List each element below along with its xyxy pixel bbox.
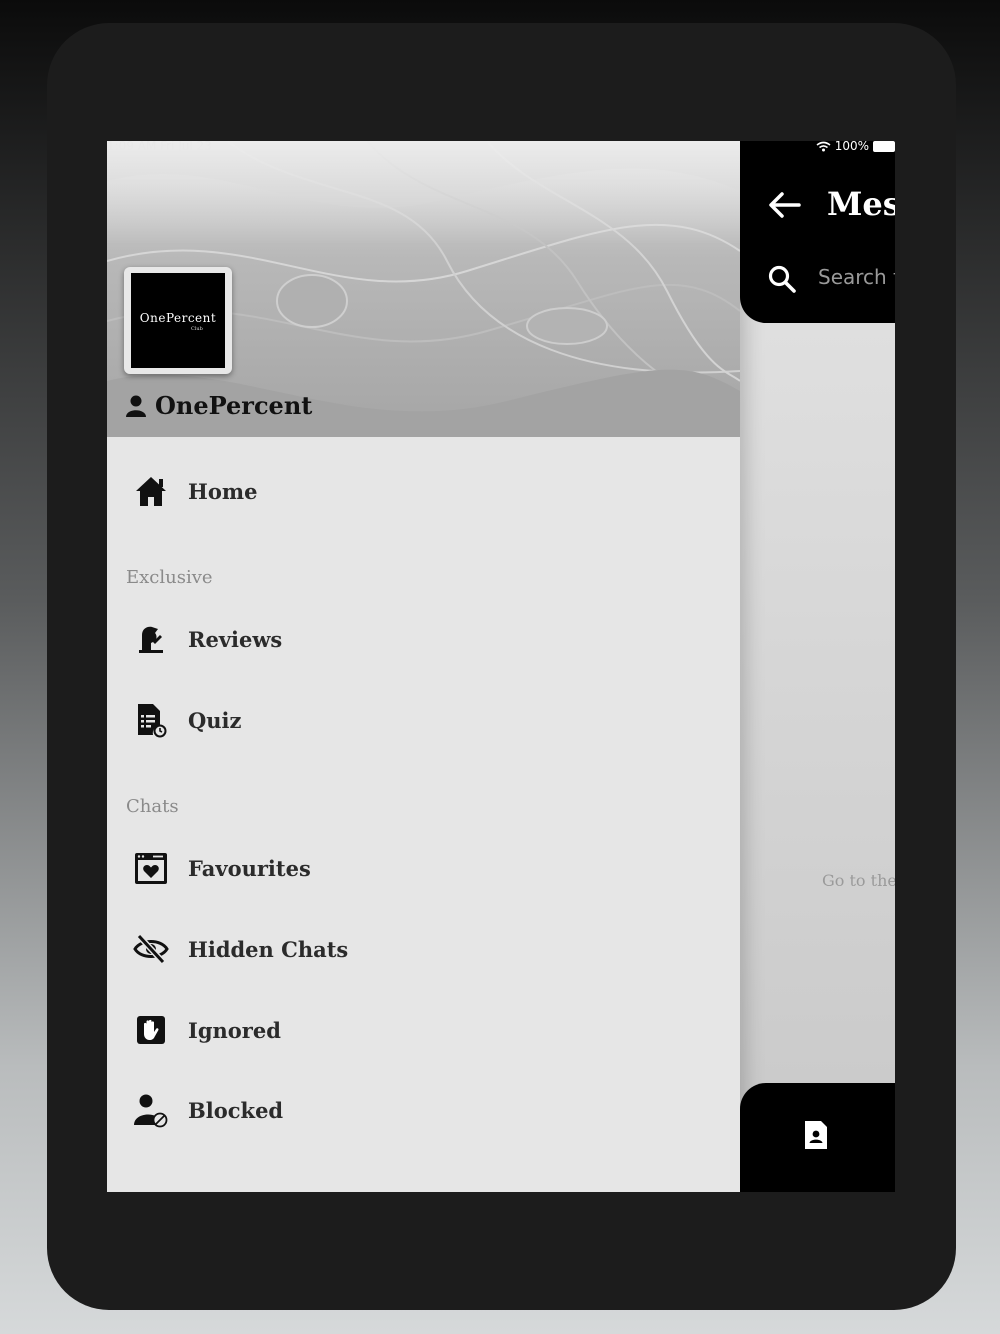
favourite-window-icon	[135, 853, 167, 884]
eye-off-icon	[133, 933, 169, 965]
status-right: 100%	[816, 141, 895, 153]
stop-hand-icon	[137, 1016, 165, 1044]
search-placeholder: Search f	[818, 265, 895, 289]
search-input[interactable]: Search f	[752, 249, 895, 307]
menu-label-reviews: Reviews	[188, 626, 283, 652]
menu-item-ignored[interactable]: Ignored	[133, 1010, 281, 1050]
menu-label-blocked: Blocked	[188, 1097, 284, 1123]
section-exclusive: Exclusive	[126, 567, 213, 588]
menu-item-quiz[interactable]: Quiz	[133, 700, 241, 740]
blocked-user-icon	[134, 1094, 168, 1128]
menu-item-reviews[interactable]: Reviews	[133, 619, 282, 659]
menu-label-hidden-chats: Hidden Chats	[188, 936, 349, 962]
contact-page-icon[interactable]	[803, 1119, 829, 1151]
home-icon	[136, 477, 166, 506]
arrow-back-icon[interactable]	[766, 189, 802, 221]
messages-panel: Mess Search f Go to the	[740, 141, 895, 1192]
battery-icon	[873, 141, 895, 152]
menu-label-home: Home	[188, 478, 258, 504]
search-icon	[768, 265, 796, 293]
drawer-header: OnePercent Club OnePercent	[107, 141, 740, 437]
person-icon	[126, 395, 146, 417]
quiz-icon	[138, 704, 167, 738]
menu-item-favourites[interactable]: Favourites	[133, 848, 311, 888]
section-chats: Chats	[126, 796, 179, 817]
menu-label-ignored: Ignored	[188, 1017, 281, 1043]
menu-item-blocked[interactable]: Blocked	[133, 1090, 283, 1130]
menu-item-hidden-chats[interactable]: Hidden Chats	[133, 929, 348, 969]
battery-percent: 100%	[834, 141, 869, 153]
user-name: OnePercent	[155, 391, 313, 420]
club-logo: OnePercent Club	[124, 267, 232, 374]
wifi-icon	[816, 141, 831, 151]
menu-label-quiz: Quiz	[188, 707, 242, 733]
empty-hint: Go to the	[822, 871, 895, 890]
logo-subtext: Club	[191, 326, 203, 332]
bottom-bar	[740, 1083, 895, 1192]
logo-text: OnePercent	[139, 311, 217, 325]
messages-header: Mess Search f	[740, 141, 895, 323]
user-row: OnePercent	[125, 391, 312, 420]
status-time: 1:09 AM Fri Jul 23	[107, 141, 212, 153]
menu-item-home[interactable]: Home	[133, 471, 257, 511]
screen: Mess Search f Go to the 1:09 AM Fri Jul …	[107, 141, 895, 1192]
navigation-drawer: OnePercent Club OnePercent Home Exclusiv…	[107, 141, 740, 1192]
menu-label-favourites: Favourites	[188, 855, 311, 881]
reviewer-icon	[139, 626, 163, 653]
messages-title: Mess	[827, 185, 895, 223]
